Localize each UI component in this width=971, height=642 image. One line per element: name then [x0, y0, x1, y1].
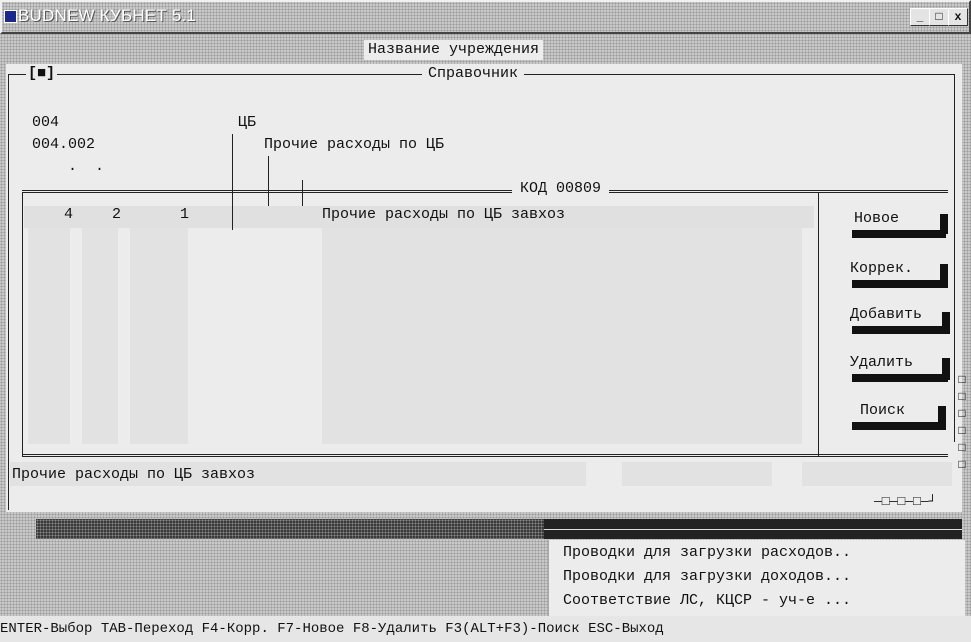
side-marker: □	[958, 407, 966, 421]
footer-name-text: Прочие расходы по ЦБ завхоз	[12, 466, 256, 483]
maximize-button[interactable]: □	[929, 8, 949, 26]
window-title: BUDNEW КУБНЕТ 5.1	[18, 6, 197, 25]
dialog-frame-right	[954, 74, 955, 442]
menu-item-mapping[interactable]: Соответствие ЛС, КЦСР - уч-е ...	[563, 592, 851, 609]
progress-bar-line	[544, 529, 962, 530]
progress-bar-fill	[36, 519, 544, 539]
row-tree-line	[232, 206, 233, 230]
column-name	[322, 206, 802, 444]
menu-item-income[interactable]: Проводки для загрузки доходов...	[563, 568, 851, 585]
add-button-shadow	[852, 326, 948, 334]
row-col1: 4	[64, 206, 74, 223]
column-1	[28, 206, 70, 444]
row-col2: 2	[112, 206, 122, 223]
frame-corner-decor: —□—□—□—┘	[874, 494, 937, 509]
dialog-frame-left	[8, 74, 9, 510]
search-button[interactable]: Поиск	[858, 402, 908, 419]
row-col3: 1	[180, 206, 190, 223]
level1-code: 004	[32, 114, 60, 131]
institution-label: Название учреждения	[364, 40, 544, 60]
dialog-close-marker[interactable]: [■]	[26, 65, 58, 82]
footer-field-2	[622, 462, 772, 486]
reference-dialog: [■] Справочник 004 ЦБ 004.002 Прочие рас…	[6, 64, 962, 512]
hotkey-status-bar: ENTER-Выбор TAB-Переход F4-Корр. F7-Ново…	[0, 616, 971, 642]
code-label: КОД 00809	[512, 180, 610, 197]
new-button[interactable]: Новое	[852, 210, 902, 227]
level2-name: Прочие расходы по ЦБ	[264, 136, 445, 153]
delete-button[interactable]: Удалить	[848, 354, 916, 371]
delete-button-shadow	[852, 374, 948, 382]
search-button-shadow-side	[938, 406, 946, 428]
level1-name: ЦБ	[238, 114, 257, 131]
new-button-shadow-side	[940, 214, 948, 234]
edit-button[interactable]: Коррек.	[848, 260, 916, 277]
row-name: Прочие расходы по ЦБ завхоз	[322, 206, 566, 223]
side-marker: □	[958, 424, 966, 438]
table-left-border	[22, 192, 23, 456]
search-button-shadow	[852, 422, 946, 430]
table-button-separator	[818, 192, 819, 456]
side-marker-column: □ □ □ □ □ □	[956, 372, 968, 474]
add-button[interactable]: Добавить	[848, 306, 925, 323]
side-marker: □	[958, 373, 966, 387]
app-icon	[4, 10, 17, 23]
close-button[interactable]: x	[948, 8, 968, 26]
minimize-button[interactable]: _	[910, 8, 930, 26]
edit-button-shadow-side	[940, 264, 948, 286]
level2-code: 004.002	[32, 136, 96, 153]
side-marker: □	[958, 441, 966, 455]
table-bottom-border	[22, 454, 948, 457]
footer-field-3	[802, 462, 952, 486]
dialog-title: Справочник	[422, 65, 525, 82]
menu-item-expenses[interactable]: Проводки для загрузки расходов..	[563, 544, 851, 561]
side-marker: □	[958, 390, 966, 404]
new-button-shadow	[852, 230, 946, 238]
delete-button-shadow-side	[942, 358, 950, 380]
tree-connector-2	[268, 156, 269, 206]
load-menu: Проводки для загрузки расходов.. Проводк…	[548, 540, 965, 616]
side-marker: □	[958, 458, 966, 472]
table-row[interactable]: 4 2 1 Прочие расходы по ЦБ завхоз	[24, 206, 814, 228]
level3-placeholder-dots: . .	[68, 158, 105, 175]
column-3	[130, 206, 188, 444]
edit-button-shadow	[852, 280, 948, 288]
add-button-shadow-side	[942, 312, 950, 334]
column-2	[82, 206, 118, 444]
table-top-border	[22, 190, 948, 193]
